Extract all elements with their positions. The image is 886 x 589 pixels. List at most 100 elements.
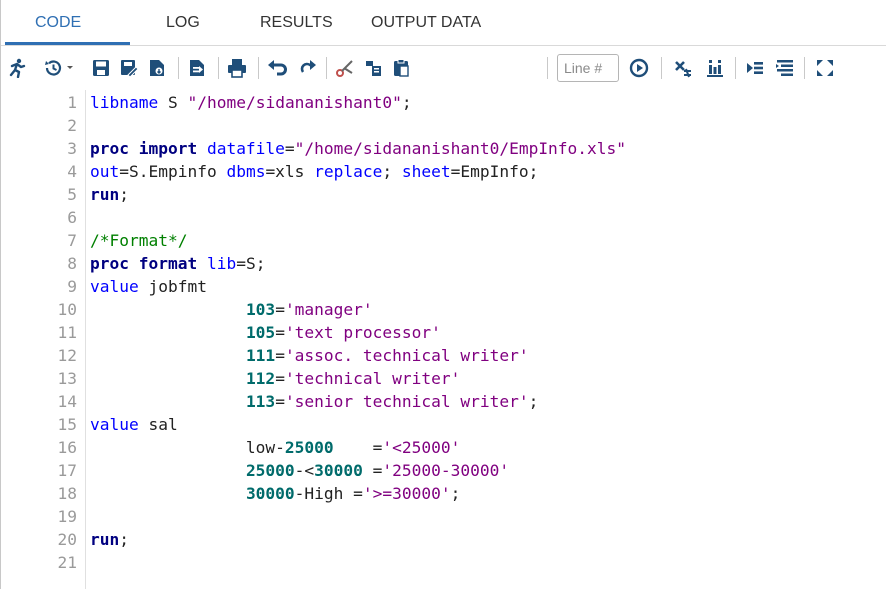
line-number: 15 [57, 415, 78, 434]
collapse-icon[interactable] [775, 58, 795, 78]
clear-icon[interactable] [673, 58, 693, 78]
code-line[interactable]: 20 run; [1, 528, 886, 551]
code-token: = [275, 369, 285, 388]
code-line[interactable]: 19 [1, 505, 886, 528]
code-line[interactable]: 21 [1, 551, 886, 574]
print-icon[interactable] [227, 58, 247, 78]
code-token: lib [206, 254, 237, 273]
code-token: 112 [245, 369, 276, 388]
code-line[interactable]: 14 113='senior technical writer'; [1, 390, 886, 413]
sas-code-editor-window: CODE LOG RESULTS OUTPUT DATA Line # 1 li… [0, 0, 886, 589]
code-line[interactable]: 2 [1, 114, 886, 137]
line-number: 7 [67, 231, 77, 250]
code-token: -High = [294, 484, 363, 503]
line-text: 30000-High ='>=30000'; [90, 482, 460, 505]
code-token: ; [119, 185, 129, 204]
code-editor[interactable]: 1 libname S "/home/sidananishant0"; 2 3 proc… [1, 90, 886, 589]
line-number: 9 [67, 277, 77, 296]
code-token: run [90, 185, 120, 204]
code-token: /*Format*/ [90, 231, 188, 250]
line-number: 11 [57, 323, 78, 342]
format-code-icon[interactable] [705, 58, 725, 78]
code-token: 'senior technical writer' [284, 392, 529, 411]
line-number: 3 [67, 139, 77, 158]
download-icon[interactable] [147, 58, 167, 78]
code-line[interactable]: 10 103='manager' [1, 298, 886, 321]
line-text: 112='technical writer' [90, 367, 460, 390]
code-line[interactable]: 11 105='text processor' [1, 321, 886, 344]
undo-icon[interactable] [267, 58, 287, 78]
code-token: datafile [206, 139, 285, 158]
line-text: proc import datafile="/home/sidananishan… [90, 137, 626, 160]
line-number: 14 [57, 392, 78, 411]
code-line[interactable]: 16 low-25000 ='<25000' [1, 436, 886, 459]
export-icon[interactable] [187, 58, 207, 78]
paste-icon[interactable] [391, 58, 411, 78]
line-number: 16 [57, 438, 78, 457]
toolbar [1, 46, 886, 90]
redo-icon[interactable] [297, 58, 317, 78]
code-line[interactable]: 9 value jobfmt [1, 275, 886, 298]
maximize-icon[interactable] [815, 58, 835, 78]
active-tab-indicator [5, 42, 130, 45]
tab-results[interactable]: RESULTS [260, 14, 333, 32]
code-line[interactable]: 4 out=S.Empinfo dbms=xls replace; sheet=E… [1, 160, 886, 183]
cut-icon[interactable] [335, 58, 355, 78]
code-token: value [90, 415, 139, 434]
line-number: 17 [57, 461, 78, 480]
history-icon[interactable] [43, 58, 75, 78]
toolbar-separator [326, 57, 327, 79]
line-number-input[interactable] [557, 54, 619, 82]
line-number: 13 [57, 369, 78, 388]
code-token: =xls [265, 162, 315, 181]
code-token: dbms [226, 162, 266, 181]
code-token: 105 [245, 323, 276, 342]
snippet-icon[interactable] [745, 58, 765, 78]
code-line[interactable]: 13 112='technical writer' [1, 367, 886, 390]
tab-output-data[interactable]: OUTPUT DATA [371, 14, 481, 32]
save-as-icon[interactable] [119, 58, 139, 78]
line-text: low-25000 ='<25000' [90, 436, 460, 459]
line-number: 10 [57, 300, 78, 319]
code-line[interactable]: 1 libname S "/home/sidananishant0"; [1, 91, 886, 114]
copy-icon[interactable] [363, 58, 383, 78]
code-line[interactable]: 17 25000-<30000 ='25000-30000' [1, 459, 886, 482]
line-number: 21 [57, 553, 78, 572]
code-token: 111 [245, 346, 276, 365]
code-token: = [275, 392, 285, 411]
code-token: value [90, 277, 139, 296]
code-token: "/home/sidananishant0/EmpInfo.xls" [294, 139, 627, 158]
code-token: -< [294, 461, 315, 480]
toolbar-separator [735, 57, 736, 79]
line-text: out=S.Empinfo dbms=xls replace; sheet=Em… [90, 160, 538, 183]
go-icon[interactable] [629, 58, 649, 78]
code-token: 25000 [245, 461, 295, 480]
tab-bar: CODE LOG RESULTS OUTPUT DATA [1, 0, 886, 46]
code-token: 30000 [245, 484, 295, 503]
code-token: ; [401, 93, 412, 112]
line-number: 18 [57, 484, 78, 503]
code-line[interactable]: 6 [1, 206, 886, 229]
line-text: libname S "/home/sidananishant0"; [90, 91, 412, 114]
code-token: "/home/sidananishant0" [187, 93, 402, 112]
code-token: sal [138, 415, 178, 434]
code-token: = [362, 461, 383, 480]
code-line[interactable]: 5 run; [1, 183, 886, 206]
code-line[interactable]: 18 30000-High ='>=30000'; [1, 482, 886, 505]
tab-log[interactable]: LOG [166, 14, 200, 32]
code-token: 'text processor' [284, 323, 441, 342]
tab-code[interactable]: CODE [35, 14, 81, 32]
code-line[interactable]: 8 proc format lib=S; [1, 252, 886, 275]
save-icon[interactable] [91, 58, 111, 78]
code-token: = [284, 139, 295, 158]
code-line[interactable]: 3 proc import datafile="/home/sidananisha… [1, 137, 886, 160]
code-token: S [158, 93, 188, 112]
code-line[interactable]: 12 111='assoc. technical writer' [1, 344, 886, 367]
run-icon[interactable] [7, 58, 27, 78]
code-line[interactable]: 15 value sal [1, 413, 886, 436]
code-token: out [90, 162, 120, 181]
toolbar-separator [547, 57, 548, 79]
code-line[interactable]: 7 /*Format*/ [1, 229, 886, 252]
code-token: 30000 [314, 461, 363, 480]
